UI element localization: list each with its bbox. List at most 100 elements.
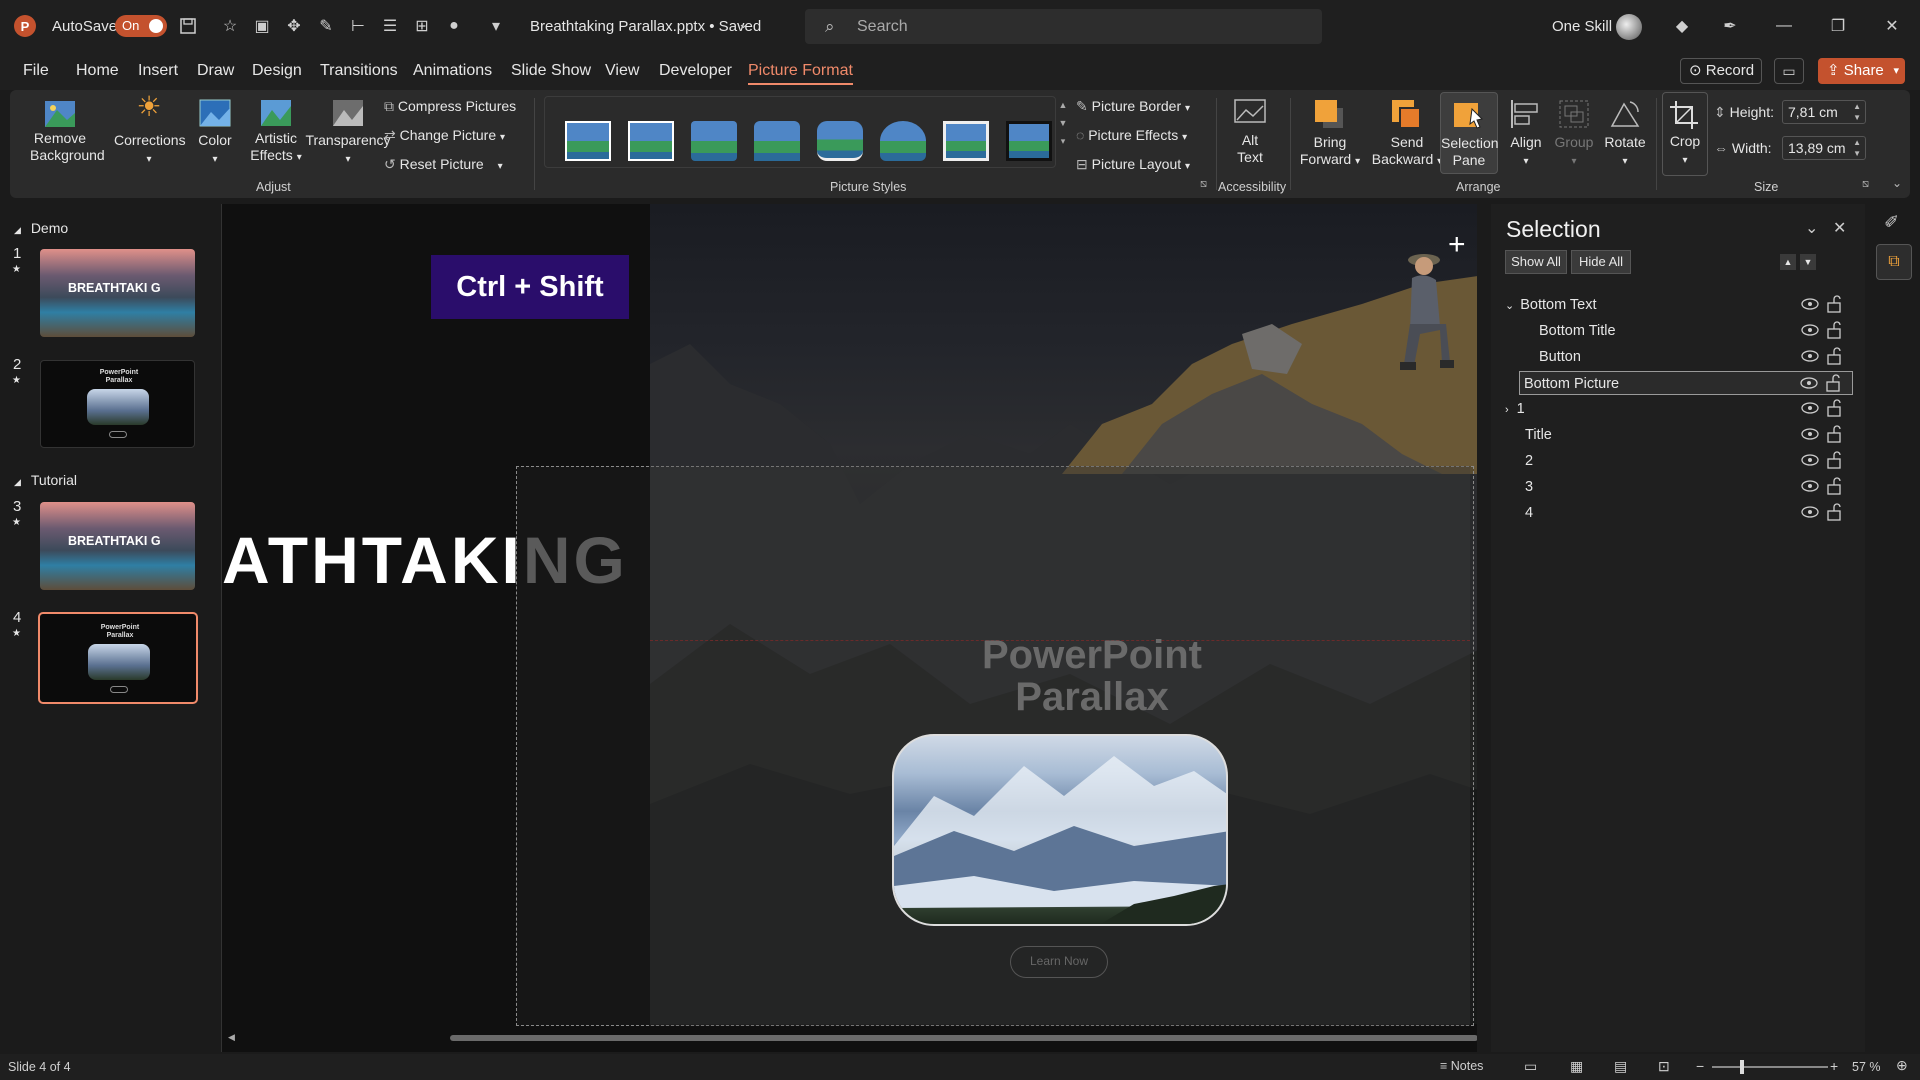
size-launcher-icon[interactable]: ⧅	[1862, 178, 1869, 191]
customize-qat-icon[interactable]: ▾	[484, 14, 508, 38]
collapse-ribbon-icon[interactable]: ⌄	[1892, 176, 1902, 190]
rotate-button[interactable]: Rotate ▾	[1600, 98, 1650, 170]
selection-item-group-1[interactable]: › 1	[1505, 397, 1853, 421]
gallery-more-icon[interactable]: ▾	[1061, 136, 1066, 146]
remove-background-button[interactable]: Remove Background	[30, 98, 105, 164]
slide-thumbnail-3[interactable]: BREATHTAKI G	[40, 502, 195, 590]
visibility-eye-icon[interactable]	[1801, 349, 1819, 363]
slideshow-view-icon[interactable]: ⊡	[1658, 1058, 1670, 1075]
zoom-in-icon[interactable]: +	[1830, 1058, 1838, 1074]
big-title[interactable]: ATHTAKING	[222, 522, 628, 598]
shape-icon[interactable]: ●	[442, 14, 466, 38]
picture-styles-launcher-icon[interactable]: ⧅	[1200, 178, 1207, 191]
pane-close-icon[interactable]: ✕	[1833, 218, 1846, 238]
comments-button[interactable]: ▭	[1774, 58, 1804, 84]
unlocked-icon[interactable]	[1827, 425, 1841, 443]
corrections-button[interactable]: ☀ Corrections ▾	[114, 93, 186, 168]
file-name[interactable]: Breathtaking Parallax.pptx • Saved	[530, 18, 761, 35]
picture-style-6[interactable]	[880, 121, 926, 161]
bottom-picture[interactable]	[892, 734, 1228, 926]
menu-slide-show[interactable]: Slide Show	[511, 62, 591, 80]
picture-style-7[interactable]	[943, 121, 989, 161]
width-spinner-icon[interactable]: ▲ ▼	[1853, 137, 1861, 159]
compress-pictures-button[interactable]: ⧉ Compress Pictures	[384, 98, 516, 115]
picture-border-button[interactable]: ✎ Picture Border ▾	[1076, 98, 1190, 117]
selection-pane-button[interactable]: Selection Pane	[1440, 92, 1499, 174]
slide-thumbnail-2[interactable]: PowerPoint Parallax	[40, 360, 195, 448]
selection-item-2[interactable]: 2	[1521, 449, 1853, 473]
expand-chevron-icon[interactable]: ›	[1505, 404, 1509, 416]
menu-home[interactable]: Home	[76, 62, 119, 80]
menu-animations[interactable]: Animations	[413, 62, 492, 80]
slide-thumbnail-4-selected[interactable]: PowerPoint Parallax	[38, 612, 198, 704]
unlocked-icon[interactable]	[1827, 347, 1841, 365]
visibility-eye-icon[interactable]	[1801, 297, 1819, 311]
scroll-left-icon[interactable]: ◀	[228, 1032, 235, 1043]
selection-item-bottom-title[interactable]: Bottom Title	[1521, 319, 1853, 343]
restore-icon[interactable]: ❐	[1826, 14, 1850, 38]
close-icon[interactable]: ✕	[1880, 14, 1904, 38]
picture-styles-gallery[interactable]	[544, 96, 1056, 168]
distribute-icon[interactable]: ☰	[378, 14, 402, 38]
bring-forward-order-icon[interactable]: ▲	[1780, 254, 1796, 270]
visibility-eye-icon[interactable]	[1801, 453, 1819, 467]
selection-item-3[interactable]: 3	[1521, 475, 1853, 499]
slide-canvas[interactable]: Ctrl + Shift ATHTAKING PowerPoint Parall…	[222, 204, 1477, 1052]
zoom-level[interactable]: 57 %	[1852, 1060, 1881, 1074]
share-button[interactable]: ⇪ Share ▾	[1818, 58, 1905, 84]
save-icon[interactable]	[176, 14, 200, 38]
horizontal-scrollbar[interactable]: ◀	[222, 1030, 1477, 1046]
alt-text-button[interactable]: Alt Text	[1226, 98, 1274, 166]
normal-view-icon[interactable]: ▭	[1524, 1058, 1537, 1075]
selection-item-4[interactable]: 4	[1521, 501, 1853, 525]
unlocked-icon[interactable]	[1827, 503, 1841, 521]
menu-view[interactable]: View	[605, 62, 639, 80]
designer-icon[interactable]: ✐	[1884, 212, 1899, 233]
minimize-icon[interactable]: —	[1772, 14, 1796, 38]
zoom-slider-thumb[interactable]	[1739, 1060, 1744, 1074]
search-box[interactable]: ⌕ Search	[805, 9, 1322, 44]
menu-draw[interactable]: Draw	[197, 62, 234, 80]
show-all-button[interactable]: Show All	[1505, 250, 1567, 274]
selection-item-bottom-text[interactable]: ⌄ Bottom Text	[1505, 293, 1853, 317]
star-icon[interactable]: ☆	[218, 14, 242, 38]
autosave-toggle[interactable]: On	[115, 15, 167, 37]
selection-item-bottom-picture[interactable]: Bottom Picture	[1519, 371, 1853, 395]
reset-picture-button[interactable]: ↺ Reset Picture ▾	[384, 156, 503, 175]
bottom-title[interactable]: PowerPoint Parallax	[942, 634, 1242, 718]
unlocked-icon[interactable]	[1826, 374, 1840, 392]
present-icon[interactable]: ▣	[250, 14, 274, 38]
learn-now-button[interactable]: Learn Now	[1010, 946, 1108, 978]
slide-sorter-icon[interactable]: ▦	[1570, 1058, 1583, 1075]
visibility-eye-icon[interactable]	[1801, 479, 1819, 493]
height-spinner-icon[interactable]: ▲ ▼	[1853, 101, 1861, 123]
record-button[interactable]: ⊙ Record	[1680, 58, 1762, 84]
height-input[interactable]: 7,81 cm ▲ ▼	[1782, 100, 1866, 124]
premium-diamond-icon[interactable]: ◆	[1670, 14, 1694, 38]
fit-slide-icon[interactable]: ⊕	[1896, 1057, 1908, 1074]
slide-thumbnail-1[interactable]: BREATHTAKI G	[40, 249, 195, 337]
gallery-down-icon[interactable]: ▼	[1059, 118, 1068, 128]
avatar[interactable]	[1616, 14, 1642, 40]
artistic-effects-button[interactable]: Artistic Effects ▾	[244, 98, 308, 166]
picture-style-8[interactable]	[1006, 121, 1052, 161]
selection-item-title[interactable]: Title	[1521, 423, 1853, 447]
color-button[interactable]: Color ▾	[190, 98, 240, 168]
picture-style-2[interactable]	[628, 121, 674, 161]
visibility-eye-icon[interactable]	[1801, 323, 1819, 337]
file-name-chevron-icon[interactable]: ⌄	[738, 16, 749, 32]
section-demo[interactable]: ◢ Demo	[14, 220, 68, 236]
send-backward-order-icon[interactable]: ▼	[1800, 254, 1816, 270]
selection-pane-rail-button[interactable]: ⧉	[1876, 244, 1912, 280]
picture-effects-button[interactable]: ◌ Picture Effects ▾	[1076, 127, 1187, 146]
menu-file[interactable]: File	[23, 62, 49, 80]
reading-view-icon[interactable]: ▤	[1614, 1058, 1627, 1075]
menu-developer[interactable]: Developer	[659, 62, 732, 80]
unlocked-icon[interactable]	[1827, 451, 1841, 469]
visibility-eye-icon[interactable]	[1801, 427, 1819, 441]
zoom-slider[interactable]	[1712, 1060, 1828, 1074]
zoom-out-icon[interactable]: −	[1696, 1058, 1704, 1074]
selection-item-button[interactable]: Button	[1521, 345, 1853, 369]
menu-design[interactable]: Design	[252, 62, 302, 80]
visibility-eye-icon[interactable]	[1801, 401, 1819, 415]
